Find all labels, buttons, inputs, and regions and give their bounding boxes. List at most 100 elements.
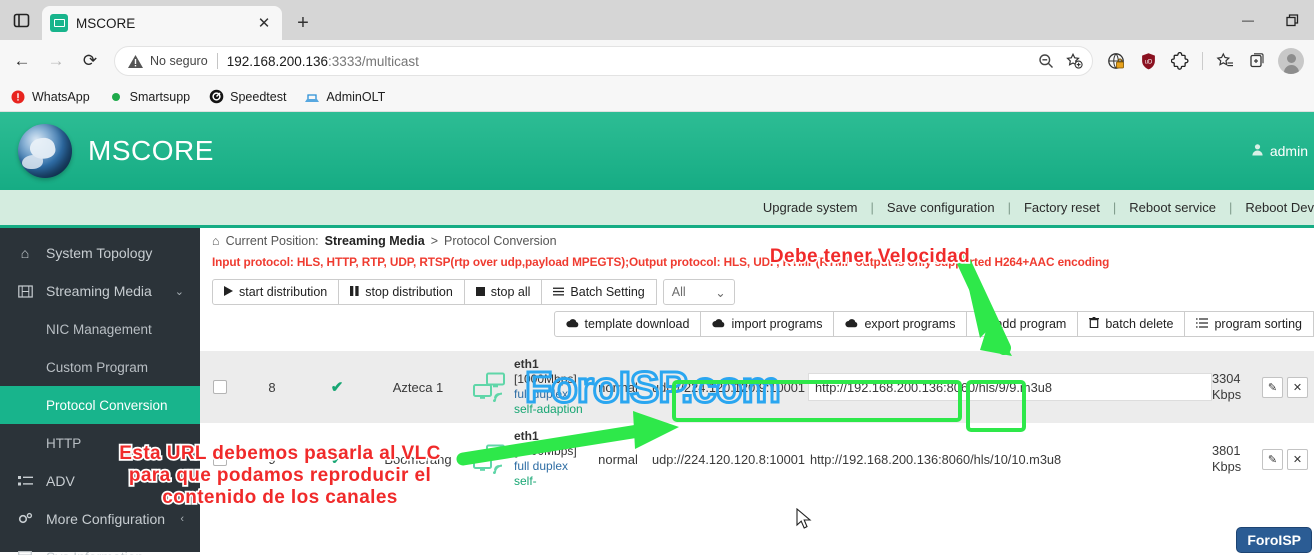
add-favorite-icon[interactable] <box>1060 47 1088 75</box>
row-nic-info: eth1 [1000Mbps] full duplex self- <box>514 429 588 489</box>
button-label: import programs <box>731 317 823 331</box>
bookmarks-bar: WhatsApp Smartsupp Speedtest AdminOLT <box>0 82 1314 112</box>
bookmark-adminolt[interactable]: AdminOLT <box>304 89 385 105</box>
action-upgrade-system[interactable]: Upgrade system <box>763 200 858 215</box>
bookmark-speedtest[interactable]: Speedtest <box>208 89 286 105</box>
action-reboot-device[interactable]: Reboot Dev <box>1245 200 1314 215</box>
action-factory-reset[interactable]: Factory reset <box>1024 200 1100 215</box>
main-content: ⌂ Current Position: Streaming Media > Pr… <box>200 228 1314 552</box>
button-label: Batch Setting <box>570 285 645 299</box>
bookmark-label: Smartsupp <box>129 89 191 104</box>
device-icon <box>304 89 320 105</box>
stop-all-button[interactable]: stop all <box>463 279 543 305</box>
row-output-url-cell[interactable]: http://192.168.200.136:8060/hls/10/10.m3… <box>808 445 1212 473</box>
start-distribution-button[interactable]: start distribution <box>212 279 340 305</box>
export-programs-button[interactable]: export programs <box>833 311 968 337</box>
sidebar-item-http[interactable]: HTTP <box>0 424 200 462</box>
film-icon <box>16 284 34 298</box>
batch-setting-button[interactable]: Batch Setting <box>541 279 657 305</box>
ublock-extension-icon[interactable]: uD <box>1133 46 1163 76</box>
sidebar-item-protocol-conversion[interactable]: Protocol Conversion <box>0 386 200 424</box>
address-bar[interactable]: No seguro 192.168.200.136:3333/multicast <box>114 46 1093 76</box>
window-minimize-button[interactable]: — <box>1226 0 1270 40</box>
forward-icon[interactable]: → <box>40 45 72 77</box>
action-save-configuration[interactable]: Save configuration <box>887 200 995 215</box>
sidebar-item-label: HTTP <box>46 435 82 451</box>
bookmark-label: Speedtest <box>230 89 287 104</box>
action-separator: | <box>1228 200 1233 215</box>
secondary-toolbar: template download import programs export… <box>200 305 1314 337</box>
row-id: 9 <box>268 451 276 467</box>
header-user[interactable]: admin <box>1251 143 1308 159</box>
row-output-url[interactable]: http://192.168.200.136:8060/hls/9/9.m3u8 <box>808 373 1212 401</box>
window-maximize-icon[interactable] <box>1270 0 1314 40</box>
cloud-download-icon <box>845 317 858 331</box>
url-text: 192.168.200.136:3333/multicast <box>227 54 1032 69</box>
network-icon <box>466 372 514 402</box>
extensions-area: uD <box>1101 46 1308 76</box>
row-edit-button[interactable]: ✎ <box>1262 448 1283 470</box>
breadcrumb-page: Protocol Conversion <box>444 234 557 248</box>
sidebar-item-custom-program[interactable]: Custom Program <box>0 348 200 386</box>
collections-icon[interactable] <box>1242 46 1272 76</box>
template-download-button[interactable]: template download <box>553 311 702 337</box>
globe-lock-extension-icon[interactable] <box>1101 46 1131 76</box>
row-checkbox[interactable] <box>200 380 240 394</box>
sidebar-item-label: Streaming Media <box>46 283 152 299</box>
sidebar-item-label: Sys Information <box>46 549 143 555</box>
sidebar-item-system-topology[interactable]: ⌂ System Topology <box>0 234 200 272</box>
sidebar-item-adv[interactable]: ADV ‹ <box>0 462 200 500</box>
button-label: export programs <box>864 317 956 331</box>
import-programs-button[interactable]: import programs <box>700 311 835 337</box>
new-tab-button[interactable]: + <box>286 6 320 40</box>
row-output-url[interactable]: http://192.168.200.136:8060/hls/10/10.m3… <box>808 445 1212 473</box>
sidebar-item-more-configuration[interactable]: More Configuration ‹ <box>0 500 200 538</box>
program-sorting-button[interactable]: program sorting <box>1184 311 1314 337</box>
row-delete-button[interactable]: ✕ <box>1287 448 1308 470</box>
table-row[interactable]: 8 ✔ Azteca 1 eth1 [1000Mbps] full duplex… <box>200 351 1314 423</box>
extensions-puzzle-icon[interactable] <box>1165 46 1195 76</box>
bookmark-whatsapp[interactable]: WhatsApp <box>10 89 90 105</box>
chevron-down-icon: ⌄ <box>715 285 726 300</box>
row-program-name: Azteca 1 <box>392 379 444 395</box>
action-reboot-service[interactable]: Reboot service <box>1129 200 1216 215</box>
row-input-url: udp://224.120.120.9:10001 <box>652 379 805 395</box>
add-program-button[interactable]: add program <box>966 311 1079 337</box>
back-icon[interactable]: ← <box>6 45 38 77</box>
profile-avatar[interactable] <box>1278 48 1304 74</box>
row-delete-button[interactable]: ✕ <box>1287 376 1308 398</box>
sidebar-item-nic-management[interactable]: NIC Management <box>0 310 200 348</box>
row-edit-button[interactable]: ✎ <box>1262 376 1283 398</box>
nic-speed: [1000Mbps] <box>514 444 577 458</box>
tab-favicon-monitor-icon <box>50 14 68 32</box>
row-output-url-cell[interactable]: http://192.168.200.136:8060/hls/9/9.m3u8 <box>808 373 1212 401</box>
row-bitrate: 3801 Kbps <box>1212 443 1242 474</box>
program-filter-select[interactable]: All ⌄ <box>662 279 735 305</box>
sidebar-item-label: NIC Management <box>46 321 152 337</box>
security-label: No seguro <box>150 54 208 68</box>
row-checkbox[interactable] <box>200 452 240 466</box>
row-actions: ✎ ✕ <box>1256 376 1314 398</box>
browser-tab[interactable]: MSCORE ✕ <box>42 6 282 40</box>
zoom-out-icon[interactable] <box>1032 47 1060 75</box>
reload-icon[interactable]: ⟳ <box>74 45 106 77</box>
dot-icon <box>108 89 124 105</box>
tab-actions-icon[interactable] <box>0 0 42 40</box>
tab-close-icon[interactable]: ✕ <box>254 13 274 33</box>
nic-mode: self-adaption <box>514 402 583 416</box>
not-secure-warning-icon <box>127 53 144 70</box>
nic-mode: self- <box>514 474 537 488</box>
batch-delete-button[interactable]: batch delete <box>1077 311 1186 337</box>
select-value: All <box>671 285 686 299</box>
sidebar-item-streaming-media[interactable]: Streaming Media ⌄ <box>0 272 200 310</box>
breadcrumb-section[interactable]: Streaming Media <box>325 234 425 248</box>
nic-name: eth1 <box>514 429 539 443</box>
favorites-list-icon[interactable] <box>1210 46 1240 76</box>
sidebar-item-sys-information[interactable]: Sys Information <box>0 538 200 555</box>
table-row[interactable]: 9 ✔ Boomerang eth1 [1000Mbps] full duple… <box>200 423 1314 495</box>
nic-name: eth1 <box>514 357 539 371</box>
sidebar-item-label: More Configuration <box>46 511 166 527</box>
sidebar: ⌂ System Topology Streaming Media ⌄ NIC … <box>0 228 200 555</box>
bookmark-smartsupp[interactable]: Smartsupp <box>108 89 190 105</box>
stop-distribution-button[interactable]: stop distribution <box>338 279 465 305</box>
